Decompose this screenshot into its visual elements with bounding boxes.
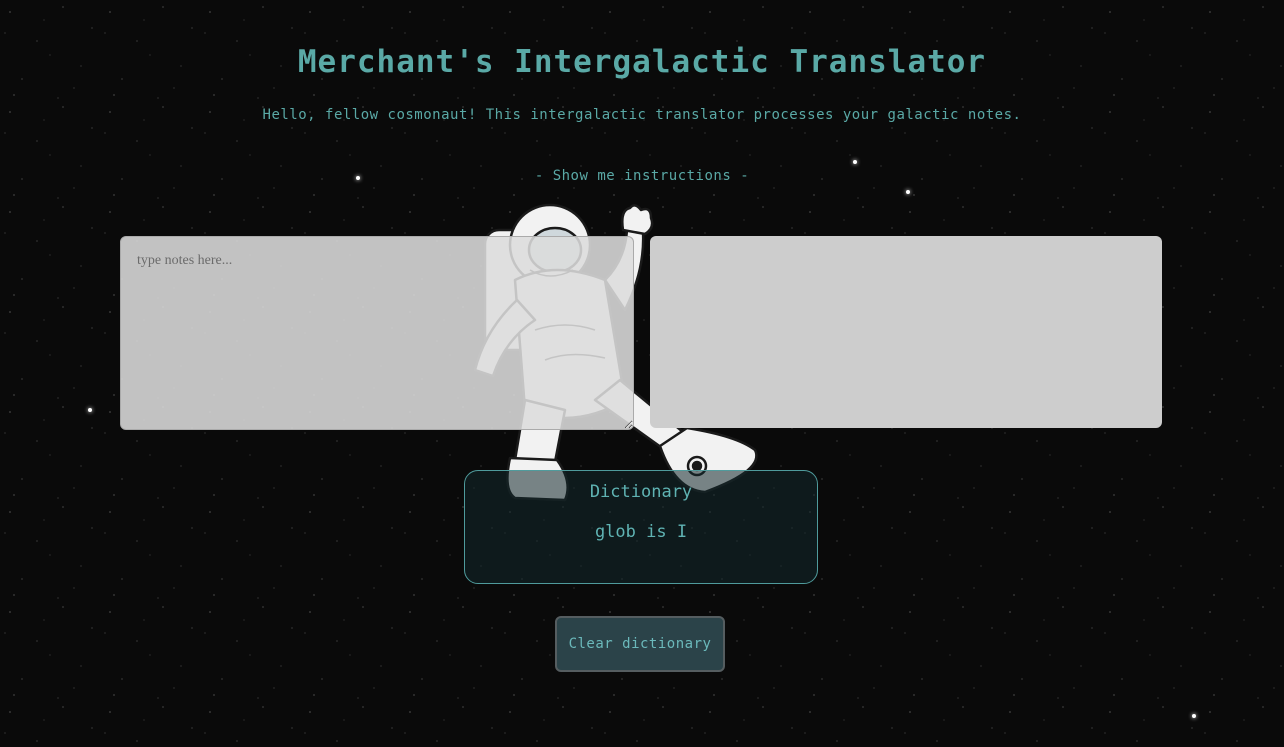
dictionary-title: Dictionary (589, 482, 693, 502)
show-instructions-toggle[interactable]: - Show me instructions - (0, 168, 1284, 184)
star-decoration (88, 408, 92, 412)
translation-output (650, 236, 1162, 428)
star-decoration (1192, 714, 1196, 718)
star-decoration (853, 160, 857, 164)
page-subtitle: Hello, fellow cosmonaut! This intergalac… (262, 107, 1022, 123)
dictionary-panel: Dictionary glob is I (464, 470, 818, 584)
star-decoration (906, 190, 910, 194)
clear-dictionary-button[interactable]: Clear dictionary (555, 616, 725, 672)
dictionary-entry: glob is I (594, 522, 688, 542)
page-title: Merchant's Intergalactic Translator (297, 44, 987, 80)
notes-input[interactable] (120, 236, 634, 430)
